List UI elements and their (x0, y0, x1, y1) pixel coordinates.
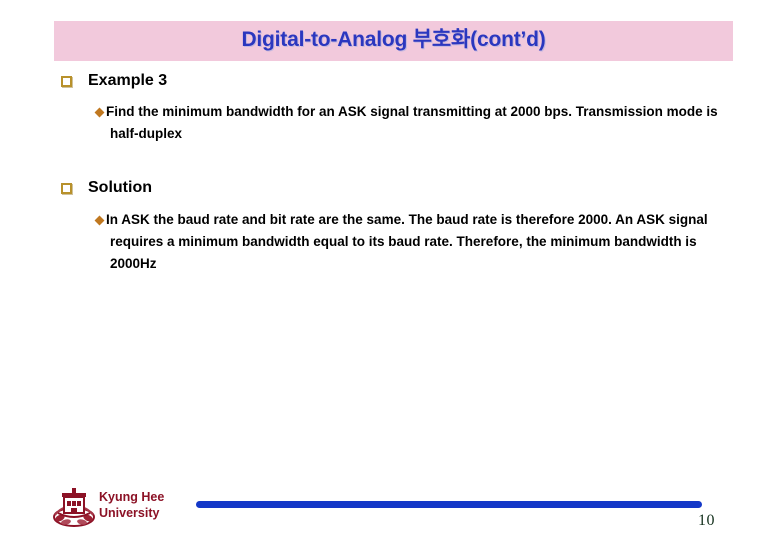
block-example: Example 3 Find the minimum bandwidth for… (0, 70, 780, 145)
example-body: Find the minimum bandwidth for an ASK si… (0, 101, 780, 145)
block-solution: Solution In ASK the baud rate and bit ra… (0, 177, 780, 275)
solution-body-text: In ASK the baud rate and bit rate are th… (106, 212, 708, 271)
heading-solution-label: Solution (88, 179, 152, 196)
heading-example-label: Example 3 (88, 72, 168, 89)
university-name: Kyung Hee University (99, 489, 164, 521)
solution-body: In ASK the baud rate and bit rate are th… (0, 209, 780, 275)
square-outline-bullet-icon (61, 183, 72, 194)
footer-divider-rule (196, 501, 702, 508)
slide-title: Digital-to-Analog 부호화(cont’d) (241, 28, 546, 51)
heading-example: Example 3 (0, 70, 780, 92)
university-name-line1: Kyung Hee (99, 490, 165, 504)
diamond-bullet-icon (94, 107, 105, 118)
title-banner: Digital-to-Analog 부호화(cont’d) (54, 21, 733, 61)
diamond-bullet-icon (94, 215, 105, 226)
university-name-line2: University (99, 506, 160, 520)
example-body-text: Find the minimum bandwidth for an ASK si… (106, 104, 718, 141)
slide-content: Example 3 Find the minimum bandwidth for… (0, 70, 780, 275)
square-outline-bullet-icon (61, 76, 72, 87)
kyung-hee-university-crest-icon (53, 488, 95, 527)
heading-solution: Solution (0, 177, 780, 199)
page-number: 10 (698, 512, 715, 529)
